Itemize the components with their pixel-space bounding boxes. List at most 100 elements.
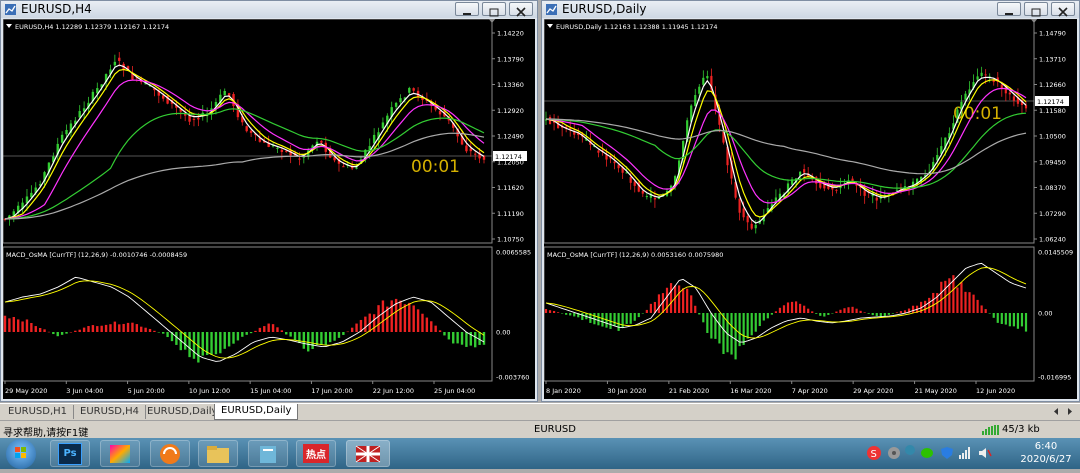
candle-body	[1008, 92, 1011, 95]
candle-body	[742, 208, 745, 218]
tab-scroll-right-icon[interactable]	[1066, 407, 1074, 416]
taskbar-orange-app[interactable]	[150, 440, 190, 467]
restore-button[interactable]	[1024, 2, 1048, 17]
minimize-button[interactable]	[455, 2, 479, 16]
macd-histogram-bar	[911, 305, 915, 313]
status-traffic: 45/3 kb	[1002, 424, 1040, 435]
macd-histogram-bar	[794, 301, 798, 313]
macd-histogram-bar	[855, 308, 858, 313]
taskbar-colors-app[interactable]	[100, 440, 140, 467]
macd-histogram-bar	[924, 300, 927, 313]
settings-icon[interactable]	[887, 446, 901, 460]
taskbar-hotspot[interactable]: 热点	[296, 440, 336, 467]
indicator-header-text: MACD_OsMA [CurrTF] (12,26,9) -0.0010746 …	[6, 251, 187, 259]
tab-scroll-left-icon[interactable]	[1052, 407, 1060, 416]
macd-histogram-bar	[25, 319, 29, 332]
time-tick-label: 29 Apr 2020	[853, 387, 893, 395]
macd-histogram-bar	[561, 313, 564, 314]
taskbar-notebook[interactable]	[248, 440, 288, 467]
candle-body	[633, 181, 636, 186]
candle-body	[465, 145, 468, 152]
macd-histogram-bar	[581, 313, 584, 321]
svg-text:S: S	[871, 449, 877, 460]
macd-histogram-bar	[232, 332, 235, 344]
volume-icon[interactable]	[978, 446, 992, 460]
candle-body	[285, 150, 288, 152]
network-icon[interactable]	[958, 446, 972, 460]
notebook-icon	[260, 445, 276, 463]
shield-icon[interactable]	[940, 446, 954, 460]
macd-histogram-bar	[940, 281, 943, 313]
macd-histogram-bar	[412, 305, 415, 332]
sogou-icon[interactable]: S	[867, 446, 881, 460]
window-titlebar[interactable]: EURUSD,Daily	[542, 1, 1079, 18]
macd-histogram-bar	[686, 288, 689, 313]
price-chart[interactable]: EURUSD,Daily 1.12163 1.12388 1.11945 1.1…	[543, 18, 1077, 399]
macd-histogram-bar	[390, 300, 393, 332]
candle-body	[227, 93, 231, 96]
macd-histogram-bar	[144, 327, 147, 332]
macd-histogram-bar	[337, 332, 341, 338]
macd-histogram-bar	[456, 332, 459, 344]
macd-histogram-bar	[682, 288, 685, 313]
macd-histogram-bar	[157, 332, 161, 333]
window-eurusd-daily[interactable]: EURUSD,Daily EURUSD,Daily 1.12163 1.1238…	[541, 0, 1080, 402]
taskbar-folder[interactable]	[198, 440, 238, 467]
taskbar-clock[interactable]: 6:40 2020/6/27	[1015, 440, 1077, 466]
candle-body	[408, 87, 411, 93]
macd-histogram-bar	[285, 332, 288, 335]
macd-histogram-bar	[657, 294, 661, 313]
start-button[interactable]	[6, 439, 36, 469]
chart-shift-marker[interactable]	[1030, 18, 1038, 23]
macd-histogram-bar	[548, 310, 552, 313]
chart-area[interactable]: EURUSD,Daily 1.12163 1.12388 1.11945 1.1…	[543, 18, 1077, 399]
candle-body	[984, 74, 987, 76]
macd-histogram-bar	[8, 318, 11, 332]
restore-button[interactable]	[482, 2, 506, 17]
help-icon[interactable]	[904, 444, 916, 456]
time-tick-label: 5 Jun 20:00	[128, 387, 165, 395]
tab-eurusd-h1[interactable]: EURUSD,H1	[2, 405, 75, 419]
taskbar-photoshop[interactable]: Ps	[50, 440, 90, 467]
macd-histogram-bar	[601, 313, 604, 327]
window-titlebar[interactable]: EURUSD,H4	[1, 1, 537, 18]
tab-eurusd-daily[interactable]: EURUSD,Daily	[141, 405, 225, 419]
candle-body	[197, 117, 200, 120]
chart-menu-icon[interactable]	[547, 24, 553, 28]
macd-histogram-bar	[350, 327, 354, 332]
wechat-icon[interactable]	[920, 446, 934, 460]
chart-menu-icon[interactable]	[6, 24, 12, 28]
candle-body	[381, 122, 385, 129]
macd-histogram-bar	[851, 306, 854, 313]
macd-histogram-bar	[38, 327, 42, 332]
window-title: EURUSD,Daily	[562, 2, 647, 16]
candle-body	[754, 224, 757, 229]
close-button[interactable]	[1051, 2, 1075, 17]
price-chart[interactable]: EURUSD,H4 1.12289 1.12379 1.12167 1.1217…	[2, 18, 535, 399]
chart-area[interactable]: EURUSD,H4 1.12289 1.12379 1.12167 1.1217…	[2, 18, 535, 399]
price-tick-label: 1.07290	[1039, 210, 1066, 218]
macd-histogram-bar	[637, 313, 640, 318]
macd-histogram-bar	[12, 317, 15, 332]
macd-histogram-bar	[887, 313, 890, 315]
macd-histogram-bar	[478, 332, 481, 345]
close-button[interactable]	[509, 2, 533, 17]
macd-histogram-bar	[972, 294, 975, 313]
tab-eurusd-daily-active[interactable]: EURUSD,Daily	[214, 404, 299, 420]
minimize-button[interactable]	[997, 2, 1021, 16]
window-eurusd-h4[interactable]: EURUSD,H4 EURUSD,H4 1.12289 1.12379 1.12…	[0, 0, 538, 402]
macd-histogram-bar	[342, 332, 345, 335]
status-help-text: 寻求帮助,请按F1键	[3, 428, 89, 439]
macd-histogram-bar	[126, 322, 130, 332]
macd-histogram-bar	[175, 332, 178, 345]
chart-shift-marker[interactable]	[488, 18, 496, 23]
taskbar-trading-app[interactable]	[346, 440, 390, 467]
price-tick-label: 1.08370	[1039, 184, 1066, 192]
macd-histogram-bar	[762, 313, 765, 321]
candle-body	[245, 126, 248, 132]
macd-histogram-bar	[811, 311, 814, 313]
macd-histogram-bar	[988, 313, 991, 314]
candle-body	[1012, 96, 1015, 101]
indicator-tick-label: 0.0145509	[1038, 249, 1073, 257]
tab-eurusd-h4[interactable]: EURUSD,H4	[74, 405, 147, 419]
